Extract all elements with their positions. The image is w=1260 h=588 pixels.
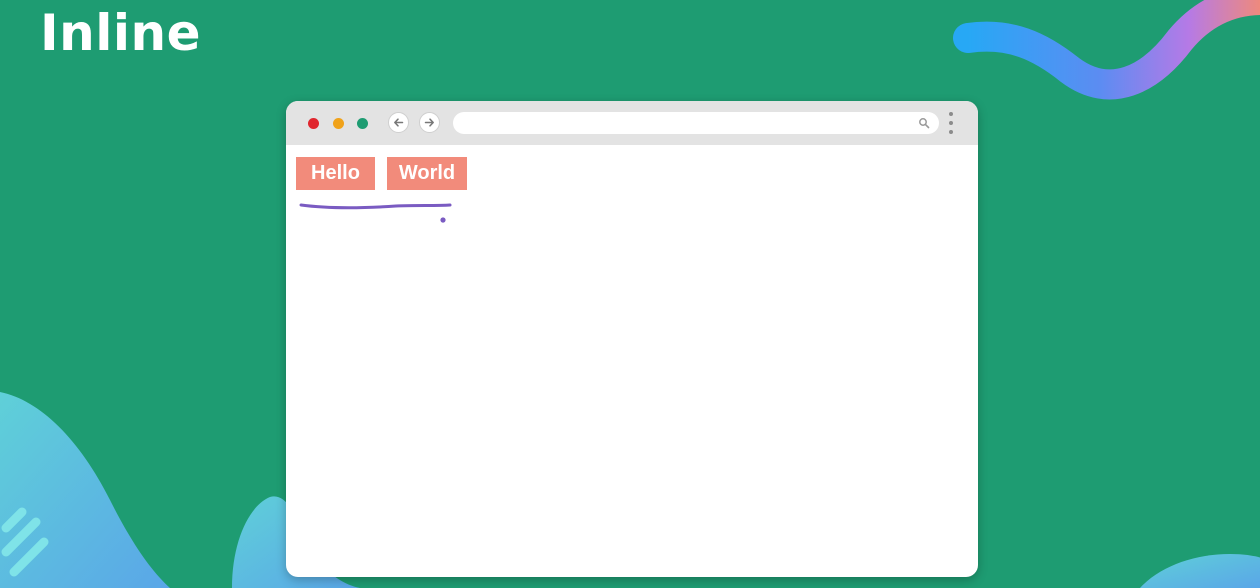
close-window-dot[interactable] <box>308 118 319 129</box>
browser-toolbar <box>286 101 978 145</box>
search-icon[interactable] <box>918 117 930 129</box>
arrow-right-icon <box>424 118 434 127</box>
maximize-window-dot[interactable] <box>357 118 368 129</box>
back-button[interactable] <box>388 112 409 133</box>
arrow-left-icon <box>394 118 404 127</box>
inline-box-world: World <box>387 157 467 190</box>
address-bar[interactable] <box>453 112 939 134</box>
kebab-menu-icon[interactable] <box>948 112 954 134</box>
handwritten-underline <box>299 203 452 223</box>
browser-window: Hello World <box>286 101 978 577</box>
minimize-window-dot[interactable] <box>333 118 344 129</box>
forward-button[interactable] <box>419 112 440 133</box>
inline-box-hello: Hello <box>296 157 375 190</box>
slide-title: Inline <box>40 4 201 62</box>
